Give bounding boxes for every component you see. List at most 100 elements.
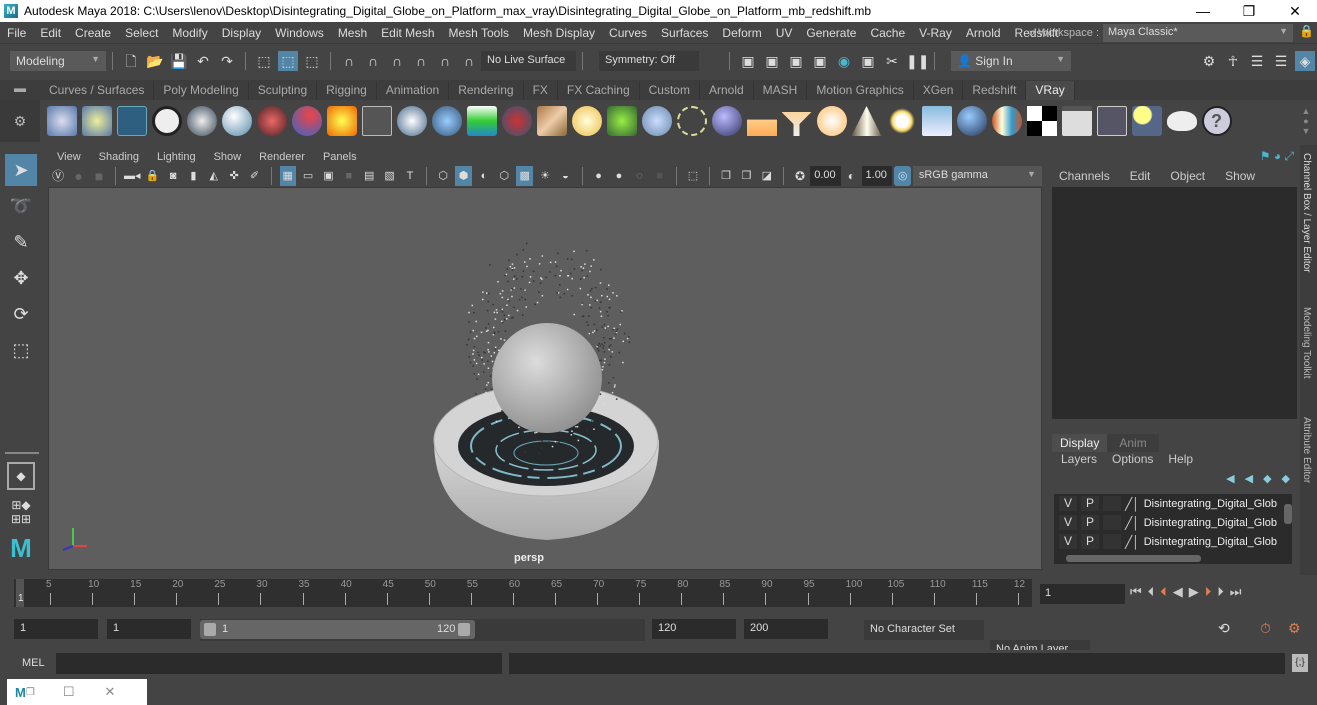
command-input[interactable] xyxy=(56,653,502,674)
vray-camera-icon[interactable] xyxy=(256,106,287,136)
layer-reference-toggle[interactable] xyxy=(1103,515,1121,530)
shadows-icon[interactable]: ◒ xyxy=(557,166,573,186)
menu-surfaces[interactable]: Surfaces xyxy=(654,26,715,40)
loop-icon[interactable]: ⟲ xyxy=(1218,620,1230,637)
viewport-menu-renderer[interactable]: Renderer xyxy=(250,151,314,163)
channel-box-toggle-icons[interactable]: ⚑ ◕ ⤢ xyxy=(1260,149,1294,164)
menu-curves[interactable]: Curves xyxy=(602,26,654,40)
move-layer-up-icon[interactable]: ◀ xyxy=(1226,472,1234,485)
layer-menu-help[interactable]: Help xyxy=(1168,452,1193,466)
menu-windows[interactable]: Windows xyxy=(268,26,331,40)
auto-key-icon[interactable]: ⏱ xyxy=(1260,620,1271,637)
menu-edit-mesh[interactable]: Edit Mesh xyxy=(374,26,441,40)
vray-sun-icon[interactable] xyxy=(886,106,917,136)
menu-file[interactable]: File xyxy=(0,26,33,40)
layer-playback-toggle[interactable]: P xyxy=(1081,515,1099,530)
vray-vfb-icon[interactable] xyxy=(1061,106,1092,136)
safe-title-icon[interactable]: T xyxy=(402,166,418,186)
layer-name[interactable]: Disintegrating_Digital_Glob xyxy=(1144,536,1277,548)
exposure-field[interactable]: 0.00 xyxy=(810,166,842,186)
paint-select-tool-icon[interactable]: ✎ xyxy=(5,226,37,258)
open-scene-icon[interactable]: 📂 xyxy=(145,51,165,71)
color-space-dropdown[interactable]: sRGB gamma ▼ xyxy=(912,166,1042,186)
scale-tool-icon[interactable]: ⬚ xyxy=(5,334,37,366)
time-slider[interactable]: 1 5 10 15 20 25 30 35 40 45 50 55 60 65 70 75 80 85 90 95 1… xyxy=(14,579,1032,607)
four-view-layout-icon[interactable]: ⊞◆ ⊞⊞ xyxy=(5,498,37,526)
layer-reference-toggle[interactable] xyxy=(1103,496,1121,511)
gamma-field[interactable]: 1.00 xyxy=(861,166,893,186)
ambient-occlusion-icon[interactable]: ● xyxy=(590,166,606,186)
channel-box-icon[interactable]: ◈ xyxy=(1295,51,1315,71)
shelf-tab-curves-surfaces[interactable]: Curves / Surfaces xyxy=(40,81,155,100)
menu-mesh-display[interactable]: Mesh Display xyxy=(516,26,602,40)
shelf-tab-fx-caching[interactable]: FX Caching xyxy=(558,81,640,100)
snap-grid-icon[interactable]: ∩ xyxy=(339,51,359,71)
tab-anim[interactable]: Anim xyxy=(1107,434,1159,452)
menu-vray[interactable]: V-Ray xyxy=(912,26,959,40)
lights-icon[interactable]: ☀ xyxy=(537,166,553,186)
exposure-icon[interactable]: ✪ xyxy=(792,166,808,186)
camera-attributes-icon[interactable]: ◙ xyxy=(165,166,181,186)
range-start-handle[interactable] xyxy=(204,623,216,636)
rotate-tool-icon[interactable]: ⟳ xyxy=(5,298,37,330)
menu-arnold[interactable]: Arnold xyxy=(959,26,1008,40)
shelf-scroll-icon[interactable]: ▲ ● ▼ xyxy=(1299,106,1313,136)
wireframe-on-shaded-icon[interactable]: ⬡ xyxy=(496,166,512,186)
move-layer-down-icon[interactable]: ◀ xyxy=(1245,472,1253,485)
shelf-tab-animation[interactable]: Animation xyxy=(377,81,450,100)
viewport-menu-view[interactable]: View xyxy=(48,151,90,163)
shelf-tab-motion-graphics[interactable]: Motion Graphics xyxy=(807,81,914,100)
channel-box-menu-show[interactable]: Show xyxy=(1225,169,1255,183)
shelf-tab-rigging[interactable]: Rigging xyxy=(317,81,377,100)
minimized-window[interactable]: M ❐ ☐ ✕ xyxy=(7,679,147,705)
shelf-tab-custom[interactable]: Custom xyxy=(640,81,700,100)
layer-visibility-toggle[interactable]: V xyxy=(1059,496,1077,511)
menu-create[interactable]: Create xyxy=(68,26,118,40)
vray-sky-icon[interactable] xyxy=(921,106,952,136)
vray-lightlister-icon[interactable] xyxy=(1131,106,1162,136)
range-slider[interactable]: 1 120 xyxy=(200,619,645,641)
undo-icon[interactable]: ↶ xyxy=(193,51,213,71)
vray-load-icon[interactable] xyxy=(81,106,112,136)
vray-curve-icon[interactable] xyxy=(676,106,707,136)
restore-button[interactable]: ❐ xyxy=(1226,0,1272,22)
perspective-viewport[interactable]: persp xyxy=(48,187,1042,570)
go-to-end-icon[interactable]: ⏭ xyxy=(1230,584,1242,600)
save-scene-icon[interactable]: 💾 xyxy=(169,51,189,71)
light-editor-icon[interactable]: ✂ xyxy=(882,51,902,71)
vray-scene-icon[interactable] xyxy=(116,106,147,136)
tab-display[interactable]: Display xyxy=(1052,434,1108,452)
lock-icon[interactable]: 🔒 xyxy=(1299,24,1314,42)
shelf-settings-gear-icon[interactable]: ⚙ xyxy=(0,100,40,142)
sign-in-dropdown[interactable]: 👤 Sign In ▼ xyxy=(951,51,1071,71)
depth-of-field-icon[interactable]: ■ xyxy=(652,166,668,186)
layer-list-vertical-scrollbar[interactable] xyxy=(1284,494,1292,554)
step-back-frame-icon[interactable]: ⏴ xyxy=(1148,584,1155,600)
ipr-render-icon[interactable]: ▣ xyxy=(786,51,806,71)
menu-cache[interactable]: Cache xyxy=(863,26,912,40)
menu-select[interactable]: Select xyxy=(118,26,165,40)
side-tab-channel-box[interactable]: Channel Box / Layer Editor xyxy=(1301,153,1312,273)
menu-modify[interactable]: Modify xyxy=(165,26,214,40)
backface-culling-icon[interactable]: ◪ xyxy=(759,166,775,186)
menu-edit[interactable]: Edit xyxy=(33,26,68,40)
xray-joints-icon[interactable]: ❐ xyxy=(718,166,734,186)
layer-visibility-toggle[interactable]: V xyxy=(1059,515,1077,530)
vray-doc-icon[interactable] xyxy=(186,106,217,136)
shelf-menu-icon[interactable]: ▬ xyxy=(0,81,40,100)
grease-pencil-icon[interactable]: ✐ xyxy=(246,166,262,186)
animation-end-field[interactable]: 200 xyxy=(744,619,828,639)
minimize-button[interactable]: — xyxy=(1180,0,1226,22)
shelf-tab-mash[interactable]: MASH xyxy=(754,81,808,100)
default-material-icon[interactable]: ◐ xyxy=(476,166,492,186)
layer-visibility-toggle[interactable]: V xyxy=(1059,534,1077,549)
layer-row[interactable]: V P ╱│ Disintegrating_Digital_Glob xyxy=(1054,532,1284,551)
resolution-gate-icon[interactable]: ▣ xyxy=(320,166,336,186)
film-gate-icon[interactable]: ▭ xyxy=(300,166,316,186)
menu-deform[interactable]: Deform xyxy=(715,26,768,40)
vray-blue-sphere-icon[interactable] xyxy=(956,106,987,136)
side-tab-attribute-editor[interactable]: Attribute Editor xyxy=(1301,417,1312,483)
current-frame-field[interactable]: 1 xyxy=(1040,584,1125,604)
snap-surface-icon[interactable]: ∩ xyxy=(459,51,479,71)
render-setup-icon[interactable]: ▣ xyxy=(858,51,878,71)
